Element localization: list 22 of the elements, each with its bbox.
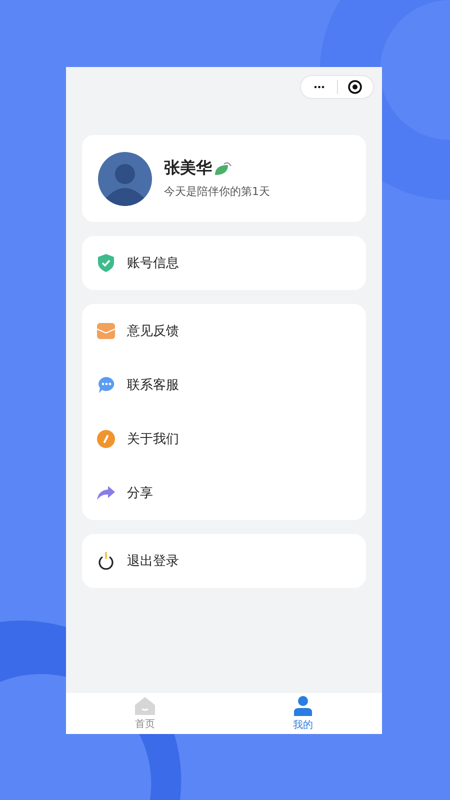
- menu-item[interactable]: 联系客服: [82, 358, 366, 412]
- tab[interactable]: 首页: [66, 693, 224, 734]
- share-arrow-icon: [97, 486, 115, 500]
- avatar: [98, 152, 152, 206]
- target-icon[interactable]: [348, 80, 362, 94]
- chat-bubble-icon: [98, 377, 114, 393]
- menu-item[interactable]: 关于我们: [82, 412, 366, 466]
- user-name: 张美华: [164, 158, 212, 179]
- person-icon: [294, 696, 312, 716]
- leaf-icon: [214, 162, 232, 176]
- menu-item[interactable]: 账号信息: [82, 236, 366, 290]
- envelope-icon: [97, 323, 115, 339]
- menu-item[interactable]: 意见反馈: [82, 304, 366, 358]
- menu-item[interactable]: 退出登录: [82, 534, 366, 588]
- menu-item[interactable]: 分享: [82, 466, 366, 520]
- house-icon: [135, 696, 155, 714]
- shield-icon: [98, 254, 114, 272]
- tab[interactable]: 我的: [224, 693, 382, 734]
- compass-icon: [97, 430, 115, 448]
- more-button[interactable]: •••: [301, 82, 336, 92]
- days-text: 今天是陪伴你的第1天: [164, 184, 270, 199]
- power-icon: [98, 552, 114, 570]
